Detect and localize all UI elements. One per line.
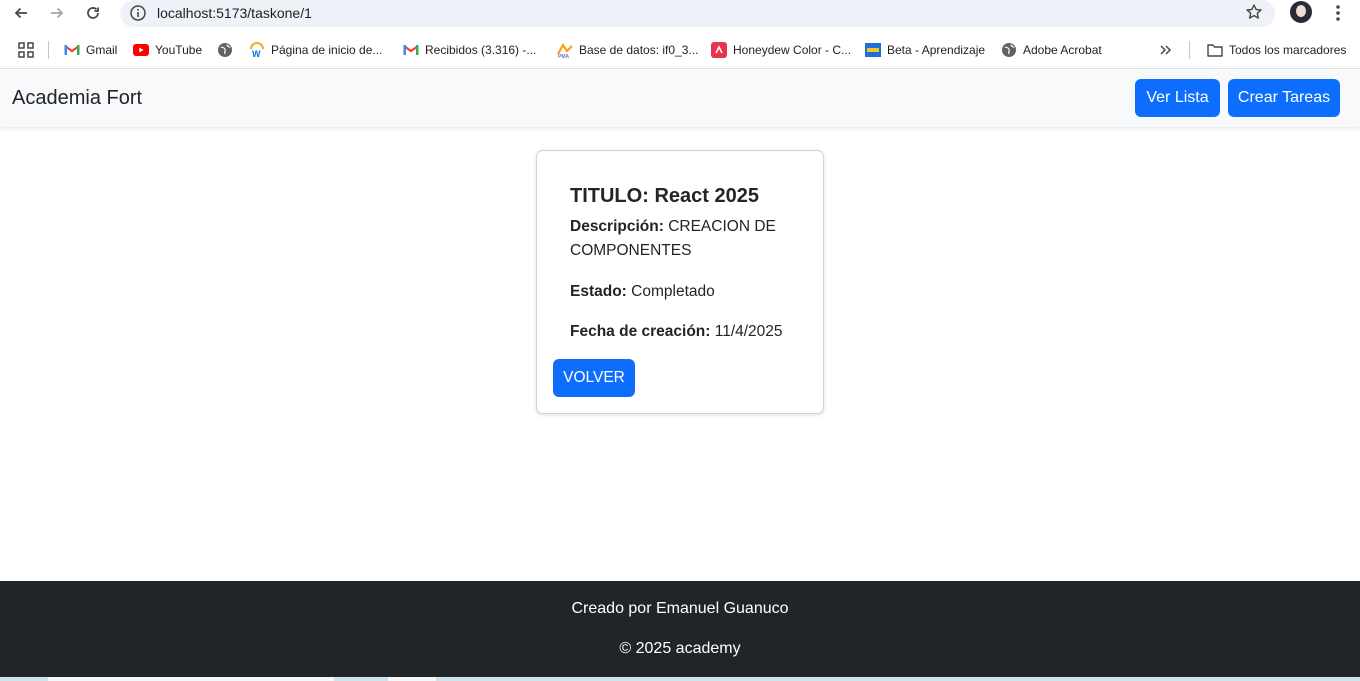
bookmark-recibidos[interactable]: Recibidos (3.316) -... bbox=[403, 41, 536, 59]
gmail-icon bbox=[403, 42, 419, 58]
bookmarks-divider bbox=[48, 41, 49, 59]
more-bookmarks-chevron-icon[interactable] bbox=[1159, 41, 1173, 59]
all-bookmarks-folder[interactable]: Todos los marcadores bbox=[1207, 41, 1346, 59]
task-status-value: Completado bbox=[631, 283, 715, 300]
task-detail-card: TITULO: React 2025 Descripción: CREACION… bbox=[536, 150, 824, 414]
task-status: Estado: Completado bbox=[570, 283, 715, 300]
globe-icon bbox=[217, 42, 233, 58]
beta-icon bbox=[865, 42, 881, 58]
svg-text:W: W bbox=[252, 49, 261, 58]
crear-tareas-button[interactable]: Crear Tareas bbox=[1228, 79, 1340, 117]
address-bar[interactable]: localhost:5173/taskone/1 bbox=[120, 0, 1275, 27]
bookmark-youtube[interactable]: YouTube bbox=[133, 41, 202, 59]
browser-menu-icon[interactable] bbox=[1328, 2, 1348, 24]
site-info-icon[interactable] bbox=[129, 4, 147, 27]
bookmark-beta[interactable]: Beta - Aprendizaje bbox=[865, 41, 985, 59]
apps-grid-icon[interactable] bbox=[18, 41, 34, 59]
youtube-icon bbox=[133, 42, 149, 58]
url-text: localhost:5173/taskone/1 bbox=[157, 5, 312, 21]
profile-avatar[interactable] bbox=[1290, 1, 1312, 23]
browser-toolbar: localhost:5173/taskone/1 bbox=[0, 0, 1360, 30]
svg-text:PMA: PMA bbox=[558, 54, 570, 58]
brand-title[interactable]: Academia Fort bbox=[12, 87, 142, 110]
ver-lista-button[interactable]: Ver Lista bbox=[1135, 79, 1220, 117]
bookmarks-bar: Gmail YouTube W Página de inicio de... R… bbox=[0, 31, 1360, 69]
bookmark-pagina-inicio[interactable]: W Página de inicio de... bbox=[249, 41, 382, 59]
back-arrow-icon[interactable] bbox=[8, 1, 34, 25]
app-navbar: Academia Fort Ver Lista Crear Tareas bbox=[0, 70, 1360, 127]
footer-credit: Creado por Emanuel Guanuco bbox=[571, 600, 789, 617]
task-description: Descripción: CREACION DE COMPONENTES bbox=[570, 218, 776, 259]
bookmark-gmail[interactable]: Gmail bbox=[64, 41, 117, 59]
phpmyadmin-icon: PMA bbox=[557, 42, 573, 58]
forward-arrow-icon[interactable] bbox=[44, 1, 70, 25]
workday-icon: W bbox=[249, 42, 265, 58]
page-footer: Creado por Emanuel Guanuco © 2025 academ… bbox=[0, 581, 1360, 677]
honeydew-icon bbox=[711, 42, 727, 58]
task-created-date: Fecha de creación: 11/4/2025 bbox=[570, 323, 783, 340]
gmail-icon bbox=[64, 42, 80, 58]
footer-copyright: © 2025 academy bbox=[619, 640, 741, 657]
task-date-value: 11/4/2025 bbox=[714, 323, 783, 340]
volver-button[interactable]: VOLVER bbox=[553, 359, 635, 397]
globe-icon bbox=[1001, 42, 1017, 58]
task-title: TITULO: React 2025 bbox=[570, 185, 759, 207]
folder-icon bbox=[1207, 42, 1223, 58]
bookmark-base-datos[interactable]: PMA Base de datos: if0_3... bbox=[557, 41, 698, 59]
bookmark-adobe-acrobat[interactable]: Adobe Acrobat bbox=[1001, 41, 1102, 59]
bookmark-honeydew[interactable]: Honeydew Color - C... bbox=[711, 41, 851, 59]
bookmarks-divider bbox=[1189, 41, 1190, 59]
reload-icon[interactable] bbox=[80, 1, 106, 25]
taskbar-edge bbox=[0, 677, 1360, 681]
bookmark-globe[interactable] bbox=[217, 41, 239, 59]
bookmark-star-icon[interactable] bbox=[1245, 3, 1263, 26]
task-title-value: React 2025 bbox=[654, 185, 759, 207]
